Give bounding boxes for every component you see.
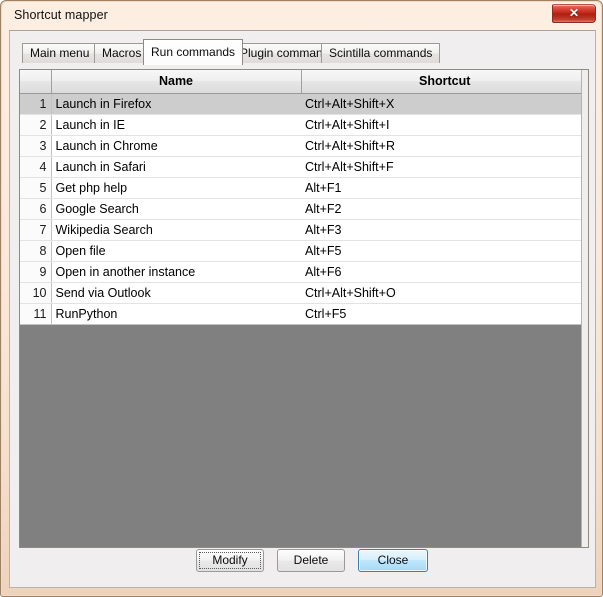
row-index: 3 bbox=[20, 135, 52, 157]
row-shortcut: Ctrl+Alt+Shift+F bbox=[301, 156, 588, 178]
list-right-gutter bbox=[581, 70, 588, 547]
empty-list-area bbox=[20, 324, 588, 547]
close-button[interactable]: Close bbox=[358, 549, 428, 572]
row-index: 10 bbox=[20, 282, 52, 304]
row-name: Get php help bbox=[51, 177, 301, 199]
row-index: 9 bbox=[20, 261, 52, 283]
table-row[interactable]: 7 Wikipedia Search Alt+F3 bbox=[20, 219, 588, 241]
row-name: Send via Outlook bbox=[51, 282, 301, 304]
shortcut-list[interactable]: Name Shortcut 1 Launch in Firefox Ctrl+A… bbox=[19, 69, 589, 548]
row-name: Open in another instance bbox=[51, 261, 301, 283]
row-index: 8 bbox=[20, 240, 52, 262]
row-index: 4 bbox=[20, 156, 52, 178]
table-row[interactable]: 4 Launch in Safari Ctrl+Alt+Shift+F bbox=[20, 156, 588, 178]
dialog-button-bar: Modify Delete Close bbox=[10, 549, 595, 573]
column-header-shortcut[interactable]: Shortcut bbox=[301, 70, 588, 94]
table-row[interactable]: 2 Launch in IE Ctrl+Alt+Shift+I bbox=[20, 114, 588, 136]
row-name: Launch in Firefox bbox=[51, 93, 301, 115]
row-shortcut: Alt+F1 bbox=[301, 177, 588, 199]
row-shortcut: Alt+F5 bbox=[301, 240, 588, 262]
tab-run-commands[interactable]: Run commands bbox=[143, 39, 244, 65]
close-window-button[interactable]: ✕ bbox=[552, 4, 596, 23]
table-row[interactable]: 6 Google Search Alt+F2 bbox=[20, 198, 588, 220]
table-body: 1 Launch in Firefox Ctrl+Alt+Shift+X 2 L… bbox=[20, 93, 588, 325]
table-row[interactable]: 8 Open file Alt+F5 bbox=[20, 240, 588, 262]
delete-button[interactable]: Delete bbox=[277, 549, 345, 572]
close-icon: ✕ bbox=[568, 6, 580, 20]
column-header-index[interactable] bbox=[20, 70, 52, 94]
row-shortcut: Ctrl+Alt+Shift+I bbox=[301, 114, 588, 136]
table-row[interactable]: 11 RunPython Ctrl+F5 bbox=[20, 303, 588, 325]
row-name: Launch in IE bbox=[51, 114, 301, 136]
row-name: Open file bbox=[51, 240, 301, 262]
row-shortcut: Ctrl+Alt+Shift+O bbox=[301, 282, 588, 304]
row-index: 5 bbox=[20, 177, 52, 199]
title-bar: Shortcut mapper bbox=[3, 3, 602, 29]
dialog-window: Shortcut mapper ✕ Main menu Macros Run c… bbox=[0, 0, 603, 597]
row-index: 7 bbox=[20, 219, 52, 241]
row-index: 11 bbox=[20, 303, 52, 325]
shortcut-table: Name Shortcut 1 Launch in Firefox Ctrl+A… bbox=[20, 70, 588, 325]
row-shortcut: Ctrl+F5 bbox=[301, 303, 588, 325]
row-shortcut: Alt+F3 bbox=[301, 219, 588, 241]
row-shortcut: Alt+F6 bbox=[301, 261, 588, 283]
table-row[interactable]: 10 Send via Outlook Ctrl+Alt+Shift+O bbox=[20, 282, 588, 304]
tab-main-menu[interactable]: Main menu bbox=[22, 43, 98, 63]
row-index: 2 bbox=[20, 114, 52, 136]
dialog-client-area: Main menu Macros Run commands Plugin com… bbox=[9, 30, 596, 588]
table-row[interactable]: 1 Launch in Firefox Ctrl+Alt+Shift+X bbox=[20, 93, 588, 115]
row-name: Launch in Safari bbox=[51, 156, 301, 178]
row-shortcut: Alt+F2 bbox=[301, 198, 588, 220]
tab-macros[interactable]: Macros bbox=[94, 43, 150, 63]
row-name: Google Search bbox=[51, 198, 301, 220]
row-shortcut: Ctrl+Alt+Shift+X bbox=[301, 93, 588, 115]
row-name: RunPython bbox=[51, 303, 301, 325]
row-index: 1 bbox=[20, 93, 52, 115]
table-row[interactable]: 9 Open in another instance Alt+F6 bbox=[20, 261, 588, 283]
window-title: Shortcut mapper bbox=[14, 8, 108, 22]
modify-button[interactable]: Modify bbox=[196, 549, 264, 572]
row-name: Wikipedia Search bbox=[51, 219, 301, 241]
tab-strip: Main menu Macros Run commands Plugin com… bbox=[10, 39, 595, 65]
table-header-row: Name Shortcut bbox=[20, 70, 588, 94]
row-index: 6 bbox=[20, 198, 52, 220]
row-name: Launch in Chrome bbox=[51, 135, 301, 157]
row-shortcut: Ctrl+Alt+Shift+R bbox=[301, 135, 588, 157]
table-row[interactable]: 5 Get php help Alt+F1 bbox=[20, 177, 588, 199]
table-row[interactable]: 3 Launch in Chrome Ctrl+Alt+Shift+R bbox=[20, 135, 588, 157]
tab-scintilla-commands[interactable]: Scintilla commands bbox=[321, 43, 441, 63]
column-header-name[interactable]: Name bbox=[51, 70, 302, 94]
